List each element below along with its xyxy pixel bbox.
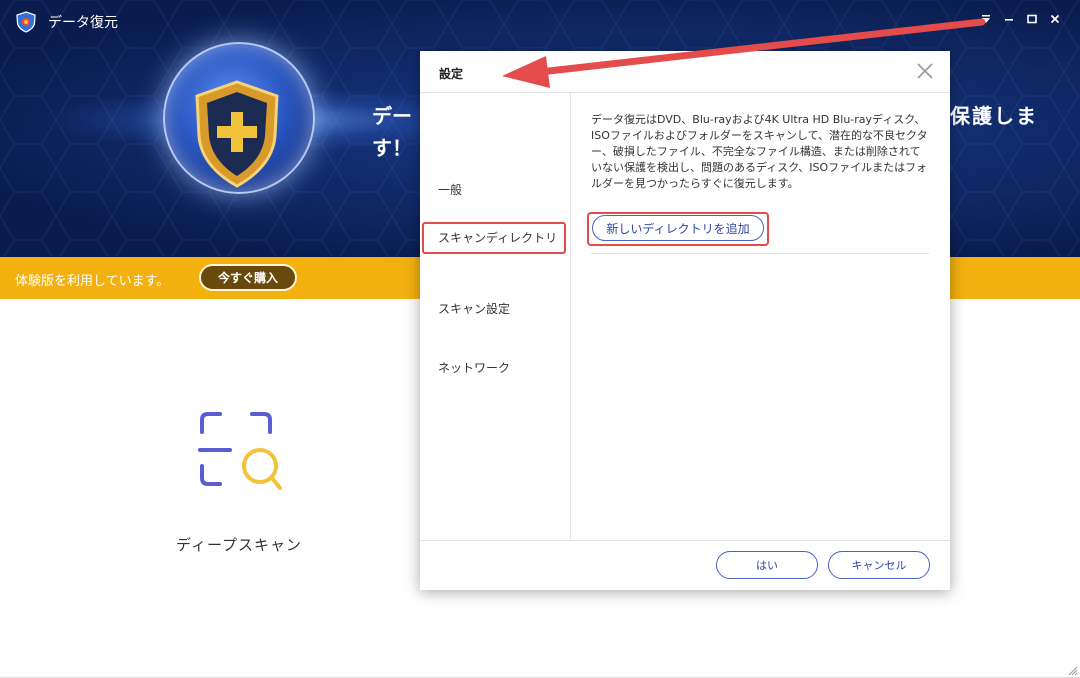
nav-item-scan-directory[interactable]: スキャンディレクトリ (420, 222, 570, 252)
cancel-button[interactable]: キャンセル (828, 551, 930, 579)
banner-headline-right: 保護しま (950, 104, 1038, 128)
maximize-icon[interactable] (1025, 12, 1039, 26)
shield-plus-icon (195, 80, 279, 188)
resize-grip-icon[interactable] (1068, 666, 1078, 676)
app-shield-logo-icon (16, 11, 36, 33)
nav-item-scan-settings[interactable]: スキャン設定 (420, 293, 570, 323)
nav-item-network[interactable]: ネットワーク (420, 352, 570, 382)
settings-dialog: 設定 一般 スキャンディレクトリ スキャン設定 ネットワーク データ復元はDVD… (420, 51, 950, 590)
banner-headline-part1: デー (372, 104, 412, 128)
app-title: データ復元 (48, 15, 118, 31)
dropdown-menu-icon[interactable] (979, 12, 993, 26)
close-icon[interactable] (1048, 12, 1062, 26)
settings-sidebar: 一般 スキャンディレクトリ スキャン設定 ネットワーク (420, 93, 571, 540)
scan-directory-description: データ復元はDVD、Blu-rayおよび4K Ultra HD Blu-rayデ… (591, 113, 928, 190)
dialog-title: 設定 (439, 67, 464, 81)
minimize-icon[interactable] (1002, 12, 1016, 26)
settings-content: データ復元はDVD、Blu-rayおよび4K Ultra HD Blu-rayデ… (571, 93, 950, 540)
deep-scan-label[interactable]: ディープスキャン (176, 534, 302, 555)
content-divider (591, 253, 929, 254)
dialog-close-icon[interactable] (914, 60, 936, 82)
window-controls (979, 12, 1062, 26)
buy-now-button[interactable]: 今すぐ購入 (199, 264, 297, 291)
dialog-footer: はい キャンセル (420, 540, 950, 591)
trial-text: 体験版を利用しています。 (15, 274, 170, 289)
ok-button[interactable]: はい (716, 551, 818, 579)
deep-scan-icon[interactable] (196, 410, 288, 494)
add-directory-button[interactable]: 新しいディレクトリを追加 (592, 215, 764, 241)
nav-item-general[interactable]: 一般 (420, 174, 570, 204)
banner-headline-part2: す！ (372, 136, 412, 160)
dialog-header: 設定 (420, 51, 950, 93)
